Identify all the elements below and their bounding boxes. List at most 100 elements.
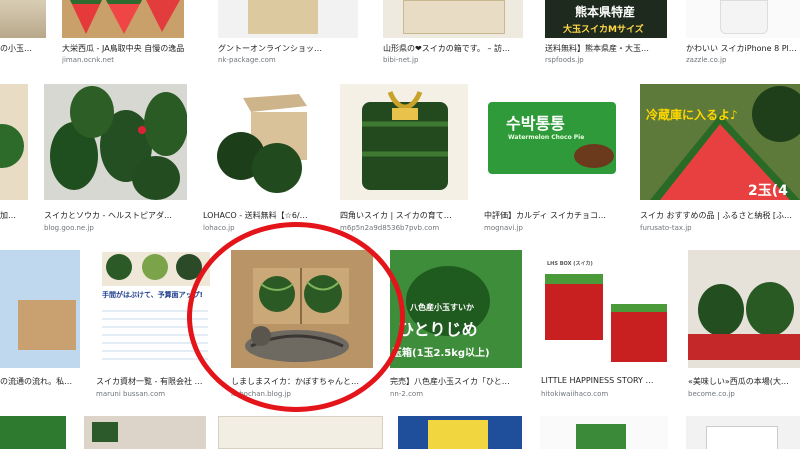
- image-result-r4-c2[interactable]: [218, 416, 383, 449]
- result-caption[interactable]: グントーオンラインショッ…: [218, 43, 363, 54]
- result-source[interactable]: nn-2.com: [390, 390, 423, 398]
- image-result-r1-c3[interactable]: 山形県の❤スイカの箱です。 – 訪… bibi-net.jp: [383, 0, 528, 68]
- result-caption[interactable]: 四角いスイカ | スイカの育て…: [340, 210, 475, 221]
- result-thumbnail[interactable]: [231, 250, 373, 368]
- image-result-r2-c0[interactable]: 加…: [0, 84, 32, 234]
- result-source[interactable]: maruni bussan.com: [96, 390, 165, 398]
- result-caption[interactable]: 送料無料】熊本県産・大玉…: [545, 43, 673, 54]
- image-result-r4-c5[interactable]: [686, 416, 800, 449]
- result-caption[interactable]: «美味しい»西瓜の本場(大…: [688, 376, 800, 387]
- result-source[interactable]: become.co.jp: [688, 390, 735, 398]
- image-result-r1-c1[interactable]: 大栄西瓜 - JA鳥取中央 自慢の逸品 jiman.ocnk.net: [62, 0, 192, 68]
- image-result-r1-c2[interactable]: グントーオンラインショッ… nk-package.com: [218, 0, 368, 68]
- image-result-r2-c2[interactable]: LOHACO - 送料無料【☆6/… lohaco.jp: [203, 84, 333, 234]
- result-caption[interactable]: 完売】八色産小玉スイカ「ひと…: [390, 376, 526, 387]
- result-caption[interactable]: しましまスイカ：かぼすちゃんと…: [231, 376, 381, 387]
- image-result-r2-c5[interactable]: 冷蔵庫に入るよ♪ 2玉(4 スイカ おすすめの品 | ふるさと納税 [ふ… fu…: [640, 84, 800, 234]
- box-image: [18, 300, 76, 350]
- product-image: [706, 426, 778, 449]
- result-caption[interactable]: 中評価】カルディ スイカチョコ…: [484, 210, 622, 221]
- image-result-r1-c5[interactable]: かわいい スイカiPhone 8 Pl… zazzle.co.jp: [686, 0, 800, 68]
- product-image: [576, 424, 626, 449]
- overlay-label: 大玉スイカMサイズ: [563, 25, 644, 35]
- result-thumbnail[interactable]: [540, 416, 668, 449]
- result-caption[interactable]: スイカ おすすめの品 | ふるさと納税 [ふ…: [640, 210, 800, 221]
- overlay-label: Watermelon Choco Pie: [508, 134, 585, 141]
- product-list-image: [102, 304, 208, 360]
- cat-in-box-image: [231, 250, 373, 368]
- result-source[interactable]: zazzle.co.jp: [686, 56, 726, 64]
- melon-image: [142, 254, 168, 280]
- result-thumbnail[interactable]: [62, 0, 184, 38]
- result-thumbnail[interactable]: [0, 416, 66, 449]
- result-thumbnail[interactable]: 熊本県特産 大玉スイカMサイズ: [545, 0, 667, 38]
- result-source[interactable]: m6p5n2a9d8536b7pvb.com: [340, 224, 439, 232]
- result-thumbnail[interactable]: LHS BOX (スイカ): [541, 250, 671, 368]
- image-result-r3-c5[interactable]: «美味しい»西瓜の本場(大… become.co.jp: [688, 250, 800, 400]
- result-thumbnail[interactable]: 手間がはぶけて、予算面アップ!: [96, 250, 214, 368]
- result-caption[interactable]: の小玉…: [0, 43, 46, 54]
- result-caption[interactable]: 大栄西瓜 - JA鳥取中央 自慢の逸品: [62, 43, 192, 54]
- image-result-r1-c0[interactable]: の小玉…: [0, 0, 50, 68]
- result-caption[interactable]: スイカ資材一覧 - 有限会社 …: [96, 376, 220, 387]
- result-thumbnail[interactable]: 수박통통 Watermelon Choco Pie: [484, 84, 621, 200]
- result-source[interactable]: bibi-net.jp: [383, 56, 418, 64]
- result-caption[interactable]: の流通の流れ。私…: [0, 376, 80, 387]
- result-caption[interactable]: 加…: [0, 210, 28, 221]
- image-result-r3-c2[interactable]: しましまスイカ：かぼすちゃんと… kabochan.blog.jp: [231, 250, 381, 400]
- result-thumbnail[interactable]: [688, 250, 800, 368]
- image-result-r4-c0[interactable]: [0, 416, 66, 449]
- image-result-r2-c1[interactable]: スイカとソウカ - ヘルストピアダ… blog.goo.ne.jp: [44, 84, 189, 234]
- result-thumbnail[interactable]: [84, 416, 206, 449]
- result-thumbnail[interactable]: [218, 0, 358, 38]
- result-caption[interactable]: かわいい スイカiPhone 8 Pl…: [686, 43, 800, 54]
- image-result-r4-c4[interactable]: [540, 416, 668, 449]
- image-result-r4-c1[interactable]: [84, 416, 206, 449]
- image-result-r3-c0[interactable]: の流通の流れ。私…: [0, 250, 82, 400]
- result-source[interactable]: furusato-tax.jp: [640, 224, 692, 232]
- result-thumbnail[interactable]: [686, 416, 800, 449]
- result-source[interactable]: nk-package.com: [218, 56, 276, 64]
- image-result-r3-c3[interactable]: 八色産小玉すいか ひとりじめ 玉箱(1玉2.5kg以上) 完売】八色産小玉スイカ…: [390, 250, 528, 400]
- result-caption[interactable]: LITTLE HAPPINESS STORY …: [541, 376, 673, 385]
- watermelons-box-image: [217, 94, 307, 193]
- box-image: [428, 420, 488, 449]
- image-result-r2-c3[interactable]: 四角いスイカ | スイカの育て… m6p5n2a9d8536b7pvb.com: [340, 84, 475, 234]
- overlay-label: 手間がはぶけて、予算面アップ!: [102, 291, 203, 299]
- result-source[interactable]: kabochan.blog.jp: [231, 390, 291, 398]
- result-source[interactable]: mognavi.jp: [484, 224, 523, 232]
- result-thumbnail[interactable]: [0, 250, 80, 368]
- image-result-r3-c1[interactable]: 手間がはぶけて、予算面アップ! スイカ資材一覧 - 有限会社 … maruni …: [96, 250, 224, 400]
- result-thumbnail[interactable]: [0, 84, 28, 200]
- result-thumbnail[interactable]: [686, 0, 800, 38]
- result-thumbnail[interactable]: [340, 84, 468, 200]
- overlay-label: 2玉(4: [748, 183, 788, 199]
- result-thumbnail[interactable]: 冷蔵庫に入るよ♪ 2玉(4: [640, 84, 800, 200]
- result-thumbnail[interactable]: [398, 416, 522, 449]
- watermelon-image: [0, 124, 24, 168]
- result-source[interactable]: blog.goo.ne.jp: [44, 224, 94, 232]
- box-image: [688, 334, 800, 360]
- image-result-r4-c3[interactable]: [398, 416, 522, 449]
- result-thumbnail[interactable]: [0, 0, 46, 38]
- result-caption[interactable]: スイカとソウカ - ヘルストピアダ…: [44, 210, 189, 221]
- result-thumbnail[interactable]: 八色産小玉すいか ひとりじめ 玉箱(1玉2.5kg以上): [390, 250, 522, 368]
- overlay-label: 수박통통: [506, 114, 565, 133]
- result-thumbnail[interactable]: [383, 0, 523, 38]
- result-caption[interactable]: LOHACO - 送料無料【☆6/…: [203, 210, 331, 221]
- result-source[interactable]: jiman.ocnk.net: [62, 56, 114, 64]
- image-result-r1-c4[interactable]: 熊本県特産 大玉スイカMサイズ 送料無料】熊本県産・大玉… rspfoods.j…: [545, 0, 673, 68]
- result-source[interactable]: lohaco.jp: [203, 224, 235, 232]
- result-thumbnail[interactable]: [203, 84, 323, 200]
- overlay-label: 冷蔵庫に入るよ♪: [646, 108, 738, 122]
- result-source[interactable]: rspfoods.jp: [545, 56, 584, 64]
- result-thumbnail[interactable]: [218, 416, 383, 449]
- square-watermelon-image: [362, 90, 448, 190]
- overlay-label: 八色産小玉すいか: [410, 303, 474, 312]
- result-caption[interactable]: 山形県の❤スイカの箱です。 – 訪…: [383, 43, 528, 54]
- choco-pie-image: [574, 144, 614, 168]
- image-result-r2-c4[interactable]: 수박통통 Watermelon Choco Pie 中評価】カルディ スイカチョ…: [484, 84, 624, 234]
- result-thumbnail[interactable]: [44, 84, 187, 200]
- result-source[interactable]: hitokiwaiihaco.com: [541, 390, 608, 398]
- image-result-r3-c4[interactable]: LHS BOX (スイカ) LITTLE HAPPINESS STORY … h…: [541, 250, 676, 400]
